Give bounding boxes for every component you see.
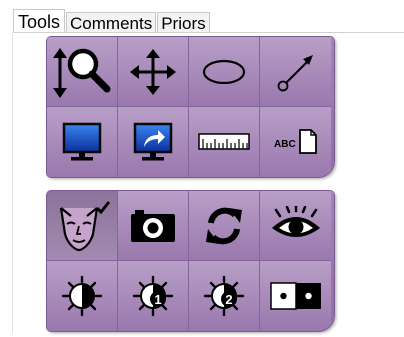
zoom-pan-icon	[53, 47, 111, 98]
ruler-icon	[198, 133, 250, 150]
move-arrows-icon	[130, 48, 176, 95]
contrast-2-label: 2	[225, 292, 232, 307]
share-monitor-button[interactable]	[118, 107, 189, 177]
ellipse-icon	[202, 59, 246, 84]
face-check-icon	[59, 200, 111, 251]
image-tools-group: ABC	[47, 37, 334, 177]
refresh-icon	[206, 207, 242, 244]
tab-comments[interactable]: Comments	[66, 12, 157, 33]
tab-priors[interactable]: Priors	[157, 12, 210, 33]
share-monitor-icon	[133, 122, 173, 161]
pixel-dots-icon	[269, 282, 321, 310]
contrast-2-icon: 2	[203, 275, 245, 317]
tab-divider	[13, 32, 404, 33]
abc-label: ABC	[274, 139, 296, 150]
contrast-button[interactable]	[47, 261, 118, 331]
eye-icon	[271, 205, 320, 237]
contrast-1-label: 1	[154, 292, 161, 307]
camera-button[interactable]	[118, 191, 189, 261]
arrow-annotation-icon	[277, 54, 313, 91]
camera-icon	[131, 209, 175, 242]
monitor-button[interactable]	[47, 107, 118, 177]
contrast-1-icon: 1	[132, 275, 174, 317]
eye-button[interactable]	[260, 191, 331, 261]
face-check-button[interactable]	[47, 191, 118, 261]
text-annotation-icon: ABC	[274, 129, 317, 154]
move-button[interactable]	[118, 37, 189, 107]
tab-tools[interactable]: Tools	[13, 9, 66, 33]
contrast-1-button[interactable]: 1	[118, 261, 189, 331]
zoom-pan-button[interactable]	[47, 37, 118, 107]
tab-bar: Tools Comments Priors	[13, 9, 211, 33]
pixel-dots-button[interactable]	[260, 261, 331, 331]
refresh-button[interactable]	[189, 191, 260, 261]
ruler-button[interactable]	[189, 107, 260, 177]
ellipse-button[interactable]	[189, 37, 260, 107]
contrast-2-button[interactable]: 2	[189, 261, 260, 331]
contrast-icon	[61, 275, 103, 317]
display-tools-group: 1 2	[47, 191, 334, 331]
monitor-icon	[62, 122, 102, 161]
arrow-annotation-button[interactable]	[260, 37, 331, 107]
panel-border	[12, 33, 13, 333]
text-annotation-button[interactable]: ABC	[260, 107, 331, 177]
